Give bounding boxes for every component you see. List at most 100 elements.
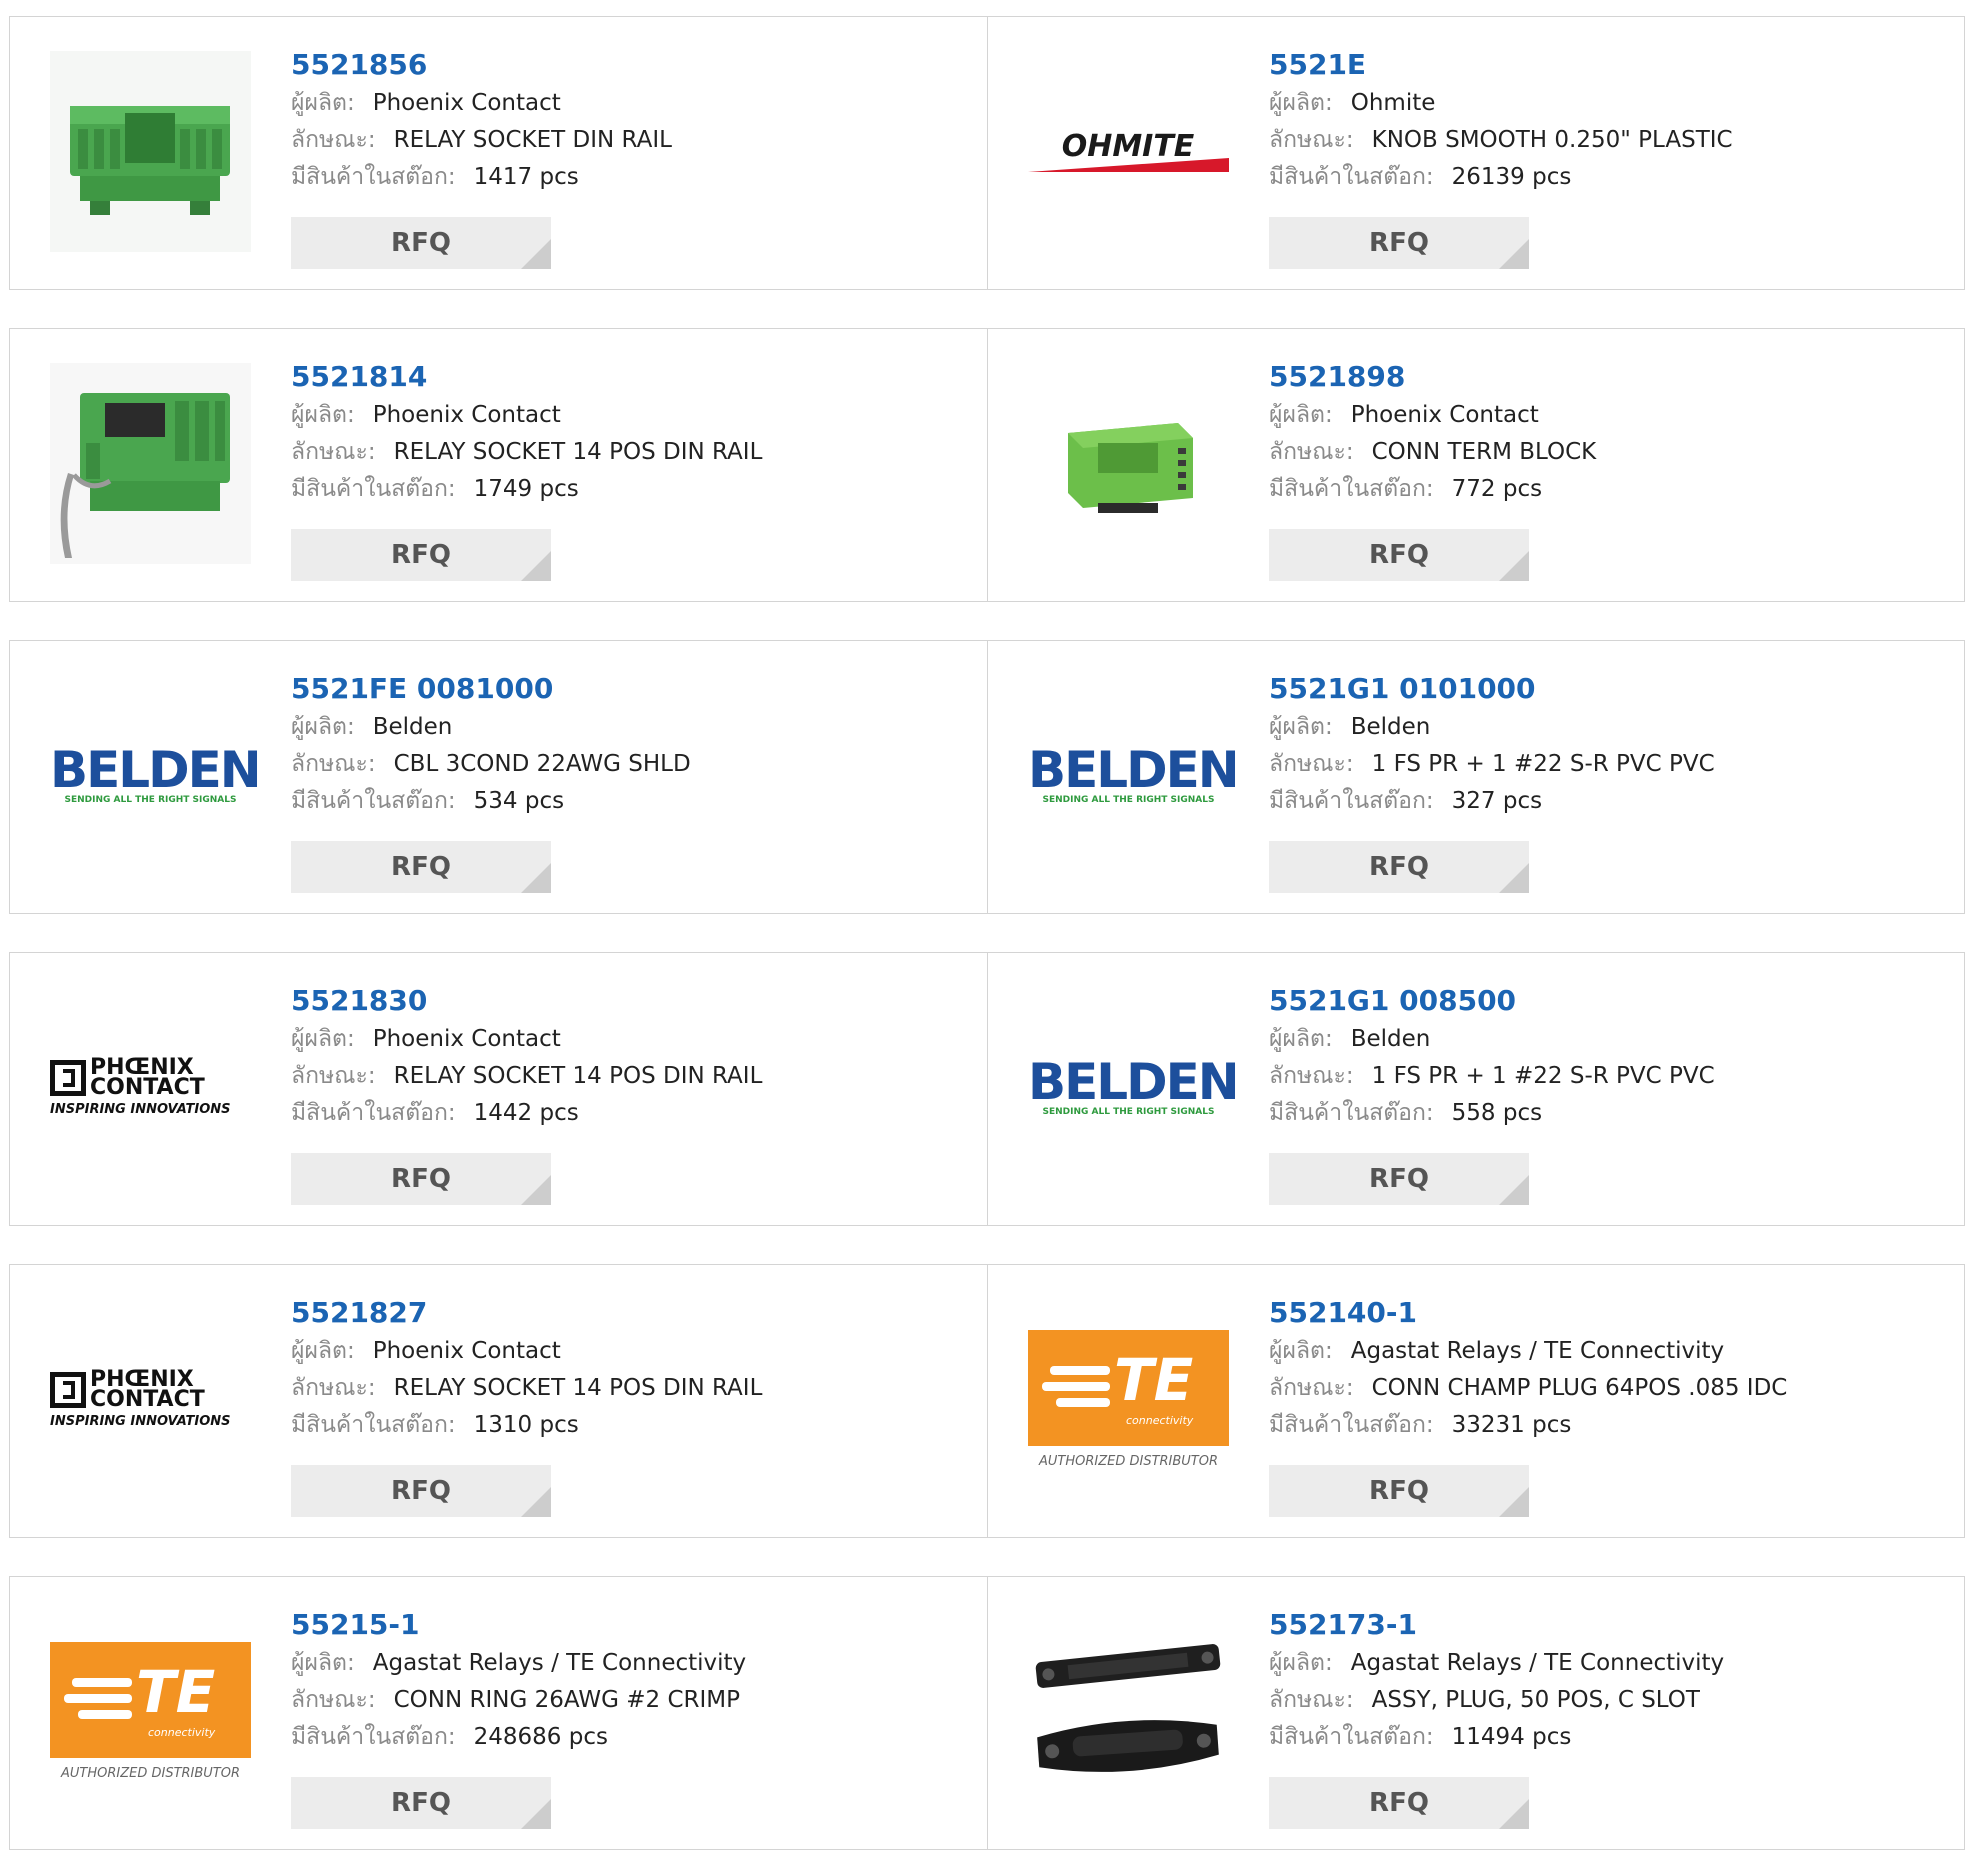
product-grid: 5521856 ผู้ผลิต: Phoenix Contact ลักษณะ: REL… (9, 16, 1965, 1850)
description-label: ลักษณะ: (291, 1375, 376, 1401)
rfq-button[interactable]: RFQ (1269, 1777, 1529, 1829)
rfq-button[interactable]: RFQ (291, 217, 551, 269)
rfq-button[interactable]: RFQ (1269, 1465, 1529, 1517)
phoenix-mark-icon (50, 1372, 86, 1408)
te-logo-text: TE (1114, 1346, 1194, 1414)
manufacturer-label: ผู้ผลิต: (291, 1026, 355, 1052)
description-value: CBL 3COND 22AWG SHLD (393, 751, 691, 777)
stock-row: มีสินค้าในสต๊อก: 1310 pcs (291, 1407, 977, 1444)
product-info: 5521G1 008500 ผู้ผลิต: Belden ลักษณะ: 1 FS P… (1269, 981, 1954, 1132)
relay-socket-product-image (50, 51, 251, 252)
product-info: 5521814 ผู้ผลิต: Phoenix Contact ลักษณะ: REL… (291, 357, 977, 508)
stock-row: มีสินค้าในสต๊อก: 1749 pcs (291, 471, 977, 508)
rfq-corner-decoration (521, 863, 551, 893)
part-number-link[interactable]: 552173-1 (1269, 1605, 1954, 1645)
part-number-link[interactable]: 552140-1 (1269, 1293, 1954, 1333)
te-connectivity-logo: TE connectivity AUTHORIZED DISTRIBUTOR (50, 1642, 251, 1781)
product-thumbnail[interactable] (1028, 1611, 1229, 1812)
rfq-corner-decoration (1499, 1799, 1529, 1829)
manufacturer-label: ผู้ผลิต: (1269, 90, 1333, 116)
product-card: 5521856 ผู้ผลิต: Phoenix Contact ลักษณะ: REL… (9, 16, 988, 290)
product-info: 5521830 ผู้ผลิต: Phoenix Contact ลักษณะ: REL… (291, 981, 977, 1132)
manufacturer-value: Phoenix Contact (1350, 402, 1539, 428)
stock-row: มีสินค้าในสต๊อก: 558 pcs (1269, 1095, 1954, 1132)
part-number-link[interactable]: 5521E (1269, 45, 1954, 85)
rfq-button[interactable]: RFQ (291, 841, 551, 893)
stock-value: 772 pcs (1451, 476, 1543, 502)
belden-logo: BELDEN SENDING ALL THE RIGHT SIGNALS (1028, 1057, 1240, 1118)
description-value: RELAY SOCKET 14 POS DIN RAIL (393, 1063, 763, 1089)
product-thumbnail[interactable] (50, 363, 251, 564)
product-card: 5521814 ผู้ผลิต: Phoenix Contact ลักษณะ: REL… (9, 328, 988, 602)
product-thumbnail[interactable]: TE connectivity AUTHORIZED DISTRIBUTOR (1028, 1299, 1229, 1500)
rfq-button[interactable]: RFQ (291, 529, 551, 581)
product-thumbnail[interactable] (50, 51, 251, 252)
part-number-link[interactable]: 5521827 (291, 1293, 977, 1333)
product-thumbnail[interactable]: TE connectivity AUTHORIZED DISTRIBUTOR (50, 1611, 251, 1812)
product-card: TE connectivity AUTHORIZED DISTRIBUTOR 5521… (988, 1264, 1965, 1538)
product-thumbnail[interactable]: PHŒNIX CONTACT INSPIRING INNOVATIONS (50, 987, 251, 1188)
product-thumbnail[interactable]: BELDEN SENDING ALL THE RIGHT SIGNALS (50, 675, 262, 876)
rfq-button[interactable]: RFQ (1269, 1153, 1529, 1205)
product-thumbnail[interactable]: BELDEN SENDING ALL THE RIGHT SIGNALS (1028, 675, 1240, 876)
rfq-button[interactable]: RFQ (291, 1777, 551, 1829)
product-info: 5521898 ผู้ผลิต: Phoenix Contact ลักษณะ: CON… (1269, 357, 1954, 508)
rfq-label: RFQ (1369, 852, 1429, 882)
stock-label: มีสินค้าในสต๊อก: (291, 164, 456, 190)
belden-logo: BELDEN SENDING ALL THE RIGHT SIGNALS (50, 745, 262, 806)
terminal-block-product-image (1028, 363, 1229, 564)
part-number-link[interactable]: 55215-1 (291, 1605, 977, 1645)
stock-value: 1442 pcs (473, 1100, 579, 1126)
manufacturer-label: ผู้ผลิต: (291, 1650, 355, 1676)
phoenix-logo-line2: CONTACT (90, 1075, 205, 1100)
manufacturer-value: Belden (372, 714, 453, 740)
product-thumbnail[interactable]: OHMITE (1028, 51, 1229, 252)
product-card: PHŒNIX CONTACT INSPIRING INNOVATIONS 552182… (9, 1264, 988, 1538)
part-number-link[interactable]: 5521898 (1269, 357, 1954, 397)
rfq-corner-decoration (1499, 239, 1529, 269)
stock-row: มีสินค้าในสต๊อก: 1442 pcs (291, 1095, 977, 1132)
product-thumbnail[interactable]: BELDEN SENDING ALL THE RIGHT SIGNALS (1028, 987, 1240, 1188)
product-thumbnail[interactable]: PHŒNIX CONTACT INSPIRING INNOVATIONS (50, 1299, 251, 1500)
description-value: CONN RING 26AWG #2 CRIMP (393, 1687, 740, 1713)
manufacturer-label: ผู้ผลิต: (1269, 1650, 1333, 1676)
description-value: ASSY, PLUG, 50 POS, C SLOT (1371, 1687, 1700, 1713)
rfq-label: RFQ (1369, 540, 1429, 570)
rfq-button[interactable]: RFQ (291, 1153, 551, 1205)
manufacturer-row: ผู้ผลิต: Phoenix Contact (291, 1021, 977, 1058)
rfq-corner-decoration (521, 239, 551, 269)
product-thumbnail[interactable] (1028, 363, 1229, 564)
description-value: CONN CHAMP PLUG 64POS .085 IDC (1371, 1375, 1788, 1401)
stock-label: มีสินค้าในสต๊อก: (1269, 1724, 1434, 1750)
te-logo-sub: connectivity (148, 1726, 216, 1739)
part-number-link[interactable]: 5521830 (291, 981, 977, 1021)
manufacturer-value: Belden (1350, 1026, 1431, 1052)
part-number-link[interactable]: 5521856 (291, 45, 977, 85)
manufacturer-label: ผู้ผลิต: (1269, 402, 1333, 428)
manufacturer-label: ผู้ผลิต: (291, 714, 355, 740)
rfq-label: RFQ (1369, 1164, 1429, 1194)
rfq-corner-decoration (521, 1175, 551, 1205)
te-logo-tagline: AUTHORIZED DISTRIBUTOR (1038, 1454, 1219, 1469)
rfq-corner-decoration (1499, 863, 1529, 893)
description-value: KNOB SMOOTH 0.250" PLASTIC (1371, 127, 1733, 153)
rfq-label: RFQ (391, 852, 451, 882)
rfq-button[interactable]: RFQ (1269, 841, 1529, 893)
belden-logo-tagline: SENDING ALL THE RIGHT SIGNALS (1042, 1106, 1215, 1117)
ohmite-logo-text: OHMITE (1062, 129, 1195, 164)
part-number-link[interactable]: 5521G1 0101000 (1269, 669, 1954, 709)
description-row: ลักษณะ: RELAY SOCKET 14 POS DIN RAIL (291, 1370, 977, 1407)
manufacturer-row: ผู้ผลิต: Agastat Relays / TE Connectivity (291, 1645, 977, 1682)
part-number-link[interactable]: 5521G1 008500 (1269, 981, 1954, 1021)
manufacturer-label: ผู้ผลิต: (291, 402, 355, 428)
part-number-link[interactable]: 5521FE 0081000 (291, 669, 977, 709)
manufacturer-value: Agastat Relays / TE Connectivity (1350, 1338, 1725, 1364)
rfq-button[interactable]: RFQ (291, 1465, 551, 1517)
manufacturer-label: ผู้ผลิต: (291, 90, 355, 116)
stock-row: มีสินค้าในสต๊อก: 327 pcs (1269, 783, 1954, 820)
rfq-button[interactable]: RFQ (1269, 529, 1529, 581)
part-number-link[interactable]: 5521814 (291, 357, 977, 397)
rfq-button[interactable]: RFQ (1269, 217, 1529, 269)
rfq-label: RFQ (391, 1476, 451, 1506)
description-row: ลักษณะ: 1 FS PR + 1 #22 S-R PVC PVC (1269, 746, 1954, 783)
